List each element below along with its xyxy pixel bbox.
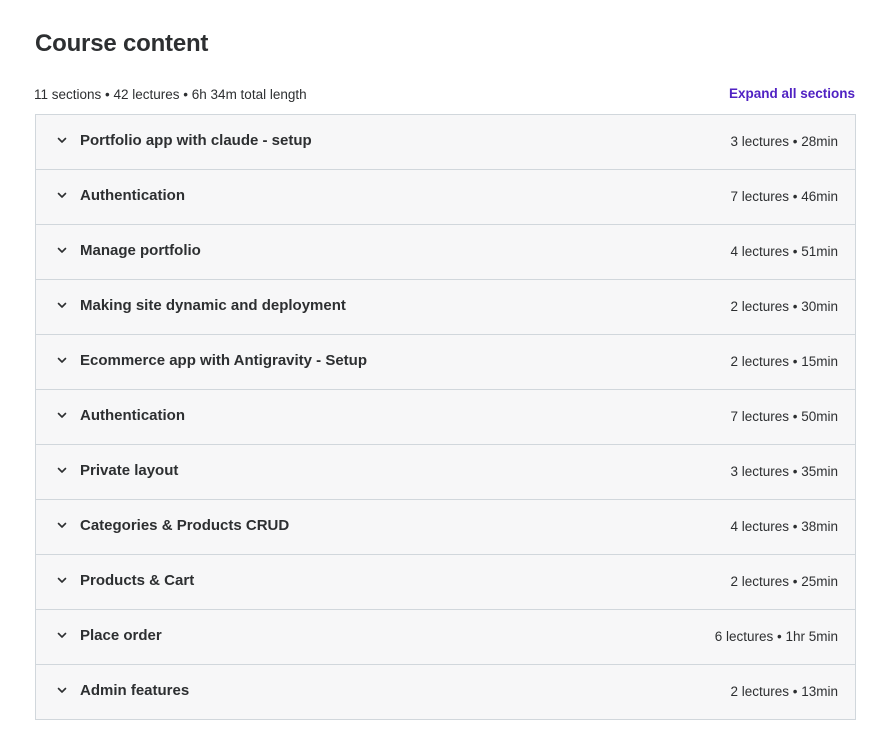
section-header[interactable]: Categories & Products CRUD 4 lectures • … — [36, 500, 855, 555]
section-header[interactable]: Portfolio app with claude - setup 3 lect… — [36, 115, 855, 170]
section-title: Private layout — [80, 462, 179, 479]
section-header[interactable]: Authentication 7 lectures • 50min — [36, 390, 855, 445]
section-header[interactable]: Authentication 7 lectures • 46min — [36, 170, 855, 225]
chevron-down-icon — [56, 244, 68, 256]
page-title: Course content — [35, 30, 209, 57]
section-meta: 2 lectures • 13min — [730, 684, 838, 699]
section-header[interactable]: Products & Cart 2 lectures • 25min — [36, 555, 855, 610]
section-title: Products & Cart — [80, 572, 195, 589]
section-meta: 2 lectures • 15min — [730, 354, 838, 369]
section-title: Manage portfolio — [80, 242, 201, 259]
section-meta: 3 lectures • 35min — [730, 464, 838, 479]
section-title: Ecommerce app with Antigravity - Setup — [80, 352, 367, 369]
section-title: Portfolio app with claude - setup — [80, 132, 312, 149]
section-header[interactable]: Making site dynamic and deployment 2 lec… — [36, 280, 855, 335]
chevron-down-icon — [56, 519, 68, 531]
section-meta: 3 lectures • 28min — [730, 134, 838, 149]
chevron-down-icon — [56, 189, 68, 201]
chevron-down-icon — [56, 354, 68, 366]
section-meta: 2 lectures • 25min — [730, 574, 838, 589]
section-title: Making site dynamic and deployment — [80, 297, 346, 314]
section-title: Authentication — [80, 407, 185, 424]
course-summary: 11 sections • 42 lectures • 6h 34m total… — [34, 87, 307, 102]
section-meta: 2 lectures • 30min — [730, 299, 838, 314]
chevron-down-icon — [56, 409, 68, 421]
chevron-down-icon — [56, 134, 68, 146]
section-meta: 6 lectures • 1hr 5min — [714, 629, 838, 644]
chevron-down-icon — [56, 684, 68, 696]
sections-accordion: Portfolio app with claude - setup 3 lect… — [35, 114, 856, 720]
section-header[interactable]: Manage portfolio 4 lectures • 51min — [36, 225, 855, 280]
expand-all-sections-button[interactable]: Expand all sections — [729, 86, 855, 101]
section-meta: 4 lectures • 51min — [730, 244, 838, 259]
section-header[interactable]: Place order 6 lectures • 1hr 5min — [36, 610, 855, 665]
section-header[interactable]: Admin features 2 lectures • 13min — [36, 665, 855, 719]
course-summary-row: 11 sections • 42 lectures • 6h 34m total… — [34, 86, 855, 104]
course-content-page: Course content 11 sections • 42 lectures… — [0, 0, 880, 746]
section-meta: 7 lectures • 50min — [730, 409, 838, 424]
chevron-down-icon — [56, 629, 68, 641]
section-title: Categories & Products CRUD — [80, 517, 290, 534]
section-meta: 7 lectures • 46min — [730, 189, 838, 204]
section-title: Authentication — [80, 187, 185, 204]
section-header[interactable]: Ecommerce app with Antigravity - Setup 2… — [36, 335, 855, 390]
chevron-down-icon — [56, 299, 68, 311]
section-title: Place order — [80, 627, 162, 644]
section-title: Admin features — [80, 682, 190, 699]
section-header[interactable]: Private layout 3 lectures • 35min — [36, 445, 855, 500]
chevron-down-icon — [56, 464, 68, 476]
chevron-down-icon — [56, 574, 68, 586]
section-meta: 4 lectures • 38min — [730, 519, 838, 534]
